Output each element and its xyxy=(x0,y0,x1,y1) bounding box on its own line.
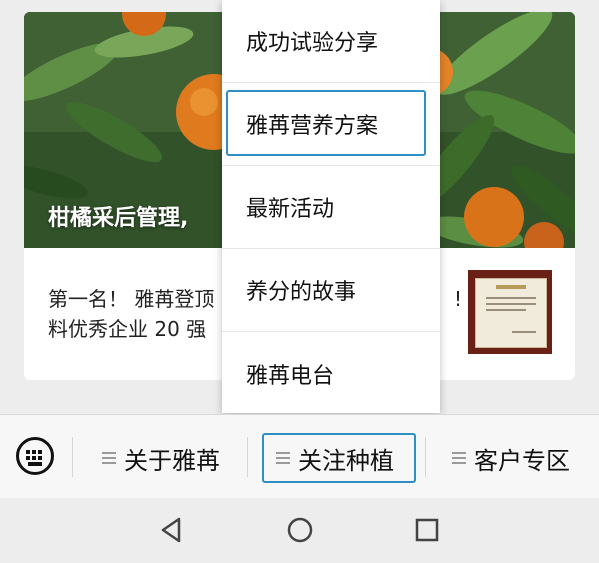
menu-item-success-trials[interactable]: 成功试验分享 xyxy=(222,0,440,83)
official-account-menu-bar: 关于雅苒 关注种植 客户专区 xyxy=(0,414,599,499)
menu-item-nutrient-stories[interactable]: 养分的故事 xyxy=(222,249,440,332)
menu-item-radio[interactable]: 雅苒电台 xyxy=(222,332,440,415)
circle-home-icon[interactable] xyxy=(285,515,315,545)
tab-customer-zone[interactable]: 客户专区 xyxy=(452,433,570,483)
keyboard-icon[interactable] xyxy=(16,437,54,475)
article-text-tail: ! xyxy=(454,287,463,311)
tab-focus-planting[interactable]: 关注种植 xyxy=(262,433,416,483)
award-certificate-thumbnail xyxy=(468,270,552,354)
menu-lines-icon xyxy=(102,452,116,464)
article-hero-title: 柑橘采后管理, xyxy=(48,206,189,231)
system-navigation-bar xyxy=(0,498,599,563)
menu-item-latest-events[interactable]: 最新活动 xyxy=(222,166,440,249)
menu-lines-icon xyxy=(452,452,466,464)
divider xyxy=(425,437,426,477)
square-recents-icon[interactable] xyxy=(412,515,442,545)
menu-lines-icon xyxy=(276,452,290,464)
triangle-back-icon[interactable] xyxy=(157,515,187,545)
tab-about-yara[interactable]: 关于雅苒 xyxy=(102,433,220,483)
menu-item-nutrition-plan[interactable]: 雅苒营养方案 xyxy=(222,83,440,166)
divider xyxy=(72,437,73,477)
divider xyxy=(247,437,248,477)
submenu-popup: 成功试验分享 雅苒营养方案 最新活动 养分的故事 雅苒电台 xyxy=(222,0,440,413)
